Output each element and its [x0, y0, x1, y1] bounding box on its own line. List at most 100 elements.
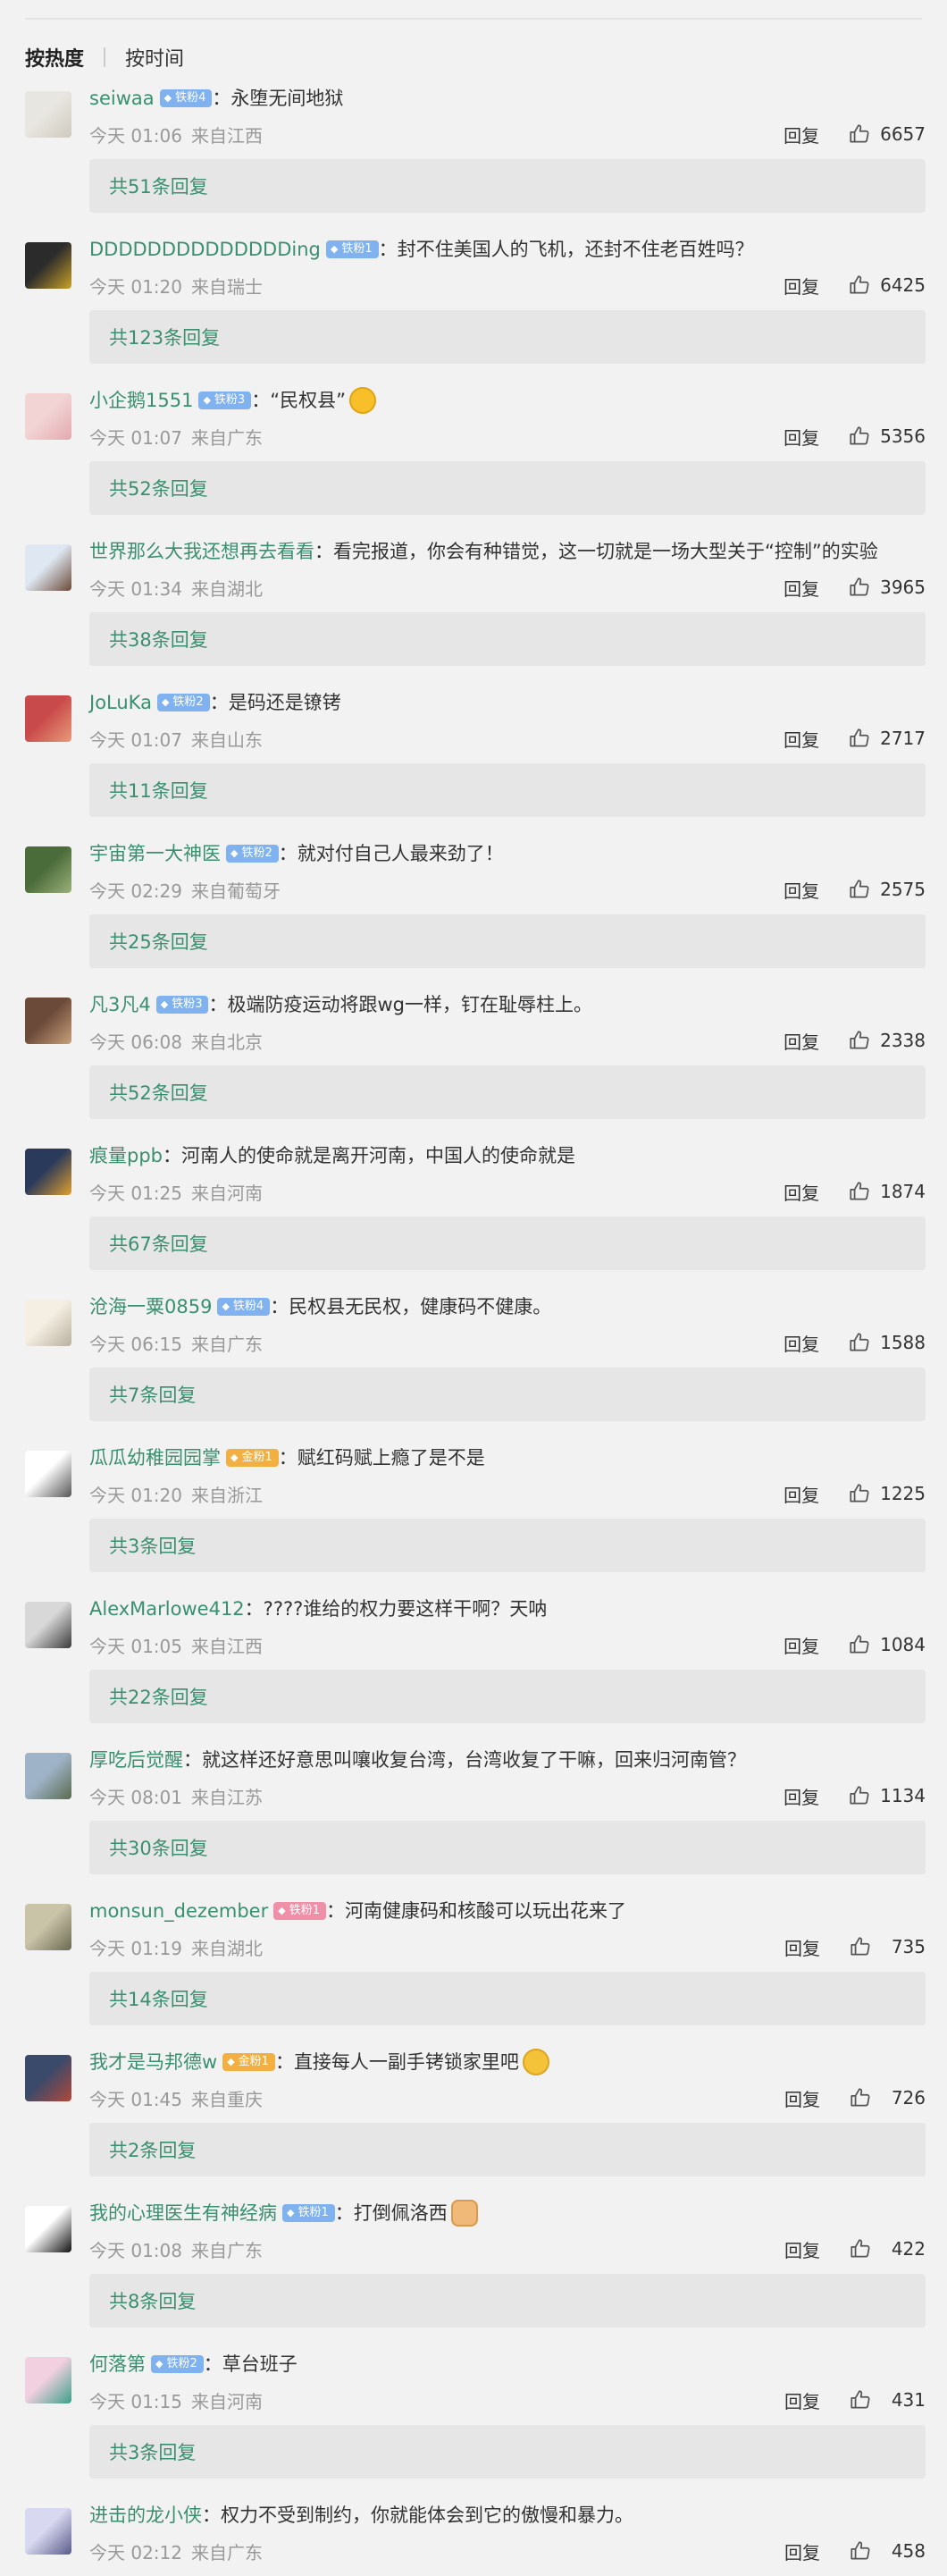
user-avatar[interactable] [25, 998, 71, 1044]
user-avatar[interactable] [25, 2055, 71, 2101]
reply-button[interactable]: 回复 [784, 726, 819, 752]
user-avatar[interactable] [25, 2206, 71, 2252]
thumbs-up-icon[interactable] [849, 2237, 872, 2260]
username-link[interactable]: DDDDDDDDDDDDDDing [89, 233, 321, 265]
comment-time: 今天 02:29 [89, 880, 182, 902]
thumbs-up-icon[interactable] [848, 727, 871, 750]
user-avatar[interactable] [25, 2357, 71, 2403]
view-replies-button[interactable]: 共11条回复 [89, 763, 926, 817]
username-link[interactable]: 世界那么大我还想再去看看 [89, 535, 314, 568]
reply-button[interactable]: 回复 [784, 1028, 819, 1054]
username-link[interactable]: seiwaa [89, 82, 155, 114]
thumbs-up-icon[interactable] [848, 1633, 871, 1656]
thumbs-up-icon[interactable] [848, 1784, 871, 1807]
view-replies-button[interactable]: 共22条回复 [89, 1670, 926, 1723]
reply-button[interactable]: 回复 [784, 877, 819, 903]
reply-button[interactable]: 回复 [784, 575, 819, 601]
fan-badge[interactable]: ◆ 铁粉1 [282, 2204, 335, 2222]
username-link[interactable]: 小企鹅1551 [89, 384, 193, 417]
user-avatar[interactable] [25, 91, 71, 138]
reply-button[interactable]: 回复 [784, 1179, 819, 1205]
username-link[interactable]: 痕量ppb [89, 1140, 163, 1172]
fan-badge[interactable]: ◆ 铁粉1 [273, 1902, 326, 1920]
reply-button[interactable]: 回复 [784, 2387, 820, 2413]
reply-button[interactable]: 回复 [784, 273, 819, 299]
fan-badge[interactable]: ◆ 铁粉1 [325, 240, 379, 258]
user-avatar[interactable] [25, 393, 71, 440]
user-avatar[interactable] [25, 242, 71, 289]
reply-button[interactable]: 回复 [784, 2236, 820, 2262]
username-link[interactable]: 何落第 [89, 2348, 146, 2380]
view-replies-button[interactable]: 共67条回复 [89, 1216, 926, 1270]
thumbs-up-icon[interactable] [848, 274, 871, 297]
thumbs-up-icon[interactable] [848, 1482, 871, 1505]
user-avatar[interactable] [25, 1149, 71, 1195]
view-replies-button[interactable]: 共52条回复 [89, 461, 926, 515]
view-replies-button[interactable]: 共8条回复 [89, 2274, 926, 2328]
user-avatar[interactable] [25, 1904, 71, 1950]
fan-badge[interactable]: ◆ 铁粉2 [156, 694, 210, 711]
view-replies-button[interactable]: 共123条回复 [89, 310, 926, 364]
reply-button[interactable]: 回复 [784, 1330, 819, 1356]
username-link[interactable]: 沧海一粟0859 [89, 1291, 212, 1323]
reply-button[interactable]: 回复 [784, 2085, 820, 2111]
user-avatar[interactable] [25, 846, 71, 893]
fan-badge[interactable]: ◆ 金粉1 [226, 1449, 279, 1467]
user-avatar[interactable] [25, 1300, 71, 1346]
sort-by-hot-tab[interactable]: 按热度 [25, 43, 84, 72]
fan-badge[interactable]: ◆ 铁粉2 [151, 2355, 204, 2373]
thumbs-up-icon[interactable] [849, 2086, 872, 2109]
thumbs-up-icon[interactable] [849, 2539, 872, 2563]
reply-button[interactable]: 回复 [784, 2538, 820, 2564]
username-link[interactable]: 瓜瓜幼稚园园掌 [89, 1442, 221, 1474]
view-replies-button[interactable]: 共51条回复 [89, 159, 926, 213]
fan-badge[interactable]: ◆ 铁粉4 [159, 89, 213, 107]
fan-badge[interactable]: ◆ 铁粉3 [155, 996, 209, 1014]
thumbs-up-icon[interactable] [848, 576, 871, 599]
view-replies-button[interactable]: 共14条回复 [89, 1972, 926, 2025]
comment-time: 今天 01:07 [89, 728, 182, 751]
username-link[interactable]: AlexMarlowe412 [89, 1593, 245, 1625]
reply-button[interactable]: 回复 [784, 1934, 820, 1960]
thumbs-up-icon[interactable] [848, 1331, 871, 1354]
username-link[interactable]: 我的心理医生有神经病 [89, 2197, 277, 2229]
thumbs-up-icon[interactable] [848, 122, 871, 146]
thumbs-up-icon[interactable] [848, 425, 871, 448]
view-replies-button[interactable]: 共30条回复 [89, 1821, 926, 1874]
reply-button[interactable]: 回复 [784, 424, 819, 450]
thumbs-up-icon[interactable] [848, 1029, 871, 1052]
user-avatar[interactable] [25, 1602, 71, 1648]
reply-button[interactable]: 回复 [784, 1481, 819, 1507]
user-avatar[interactable] [25, 544, 71, 591]
fan-badge[interactable]: ◆ 金粉1 [222, 2053, 275, 2071]
view-replies-button[interactable]: 共3条回复 [89, 2425, 926, 2479]
username-link[interactable]: 宇宙第一大神医 [89, 838, 221, 870]
view-replies-button[interactable]: 共2条回复 [89, 2123, 926, 2176]
thumbs-up-icon[interactable] [849, 2388, 872, 2412]
fan-badge[interactable]: ◆ 铁粉4 [217, 1298, 271, 1316]
username-link[interactable]: 凡3凡4 [89, 989, 151, 1021]
username-link[interactable]: JoLuKa [89, 686, 152, 719]
user-avatar[interactable] [25, 695, 71, 742]
user-avatar[interactable] [25, 2508, 71, 2555]
view-replies-button[interactable]: 共25条回复 [89, 914, 926, 968]
username-link[interactable]: monsun_dezember [89, 1895, 268, 1927]
user-avatar[interactable] [25, 1451, 71, 1497]
user-avatar[interactable] [25, 1753, 71, 1799]
username-link[interactable]: 进击的龙小侠 [89, 2499, 202, 2531]
fan-badge[interactable]: ◆ 铁粉2 [226, 845, 279, 863]
fan-badge[interactable]: ◆ 铁粉3 [198, 391, 252, 409]
thumbs-up-icon[interactable] [849, 1935, 872, 1958]
username-link[interactable]: 厚吃后觉醒 [89, 1744, 183, 1776]
view-replies-button[interactable]: 共52条回复 [89, 1065, 926, 1119]
reply-button[interactable]: 回复 [784, 122, 819, 147]
thumbs-up-icon[interactable] [848, 878, 871, 901]
username-link[interactable]: 我才是马邦德w [89, 2046, 217, 2078]
sort-by-time-tab[interactable]: 按时间 [125, 43, 184, 72]
view-replies-button[interactable]: 共38条回复 [89, 612, 926, 666]
view-replies-button[interactable]: 共7条回复 [89, 1368, 926, 1421]
reply-button[interactable]: 回复 [784, 1783, 819, 1809]
thumbs-up-icon[interactable] [848, 1180, 871, 1203]
view-replies-button[interactable]: 共3条回复 [89, 1519, 926, 1572]
reply-button[interactable]: 回复 [784, 1632, 819, 1658]
